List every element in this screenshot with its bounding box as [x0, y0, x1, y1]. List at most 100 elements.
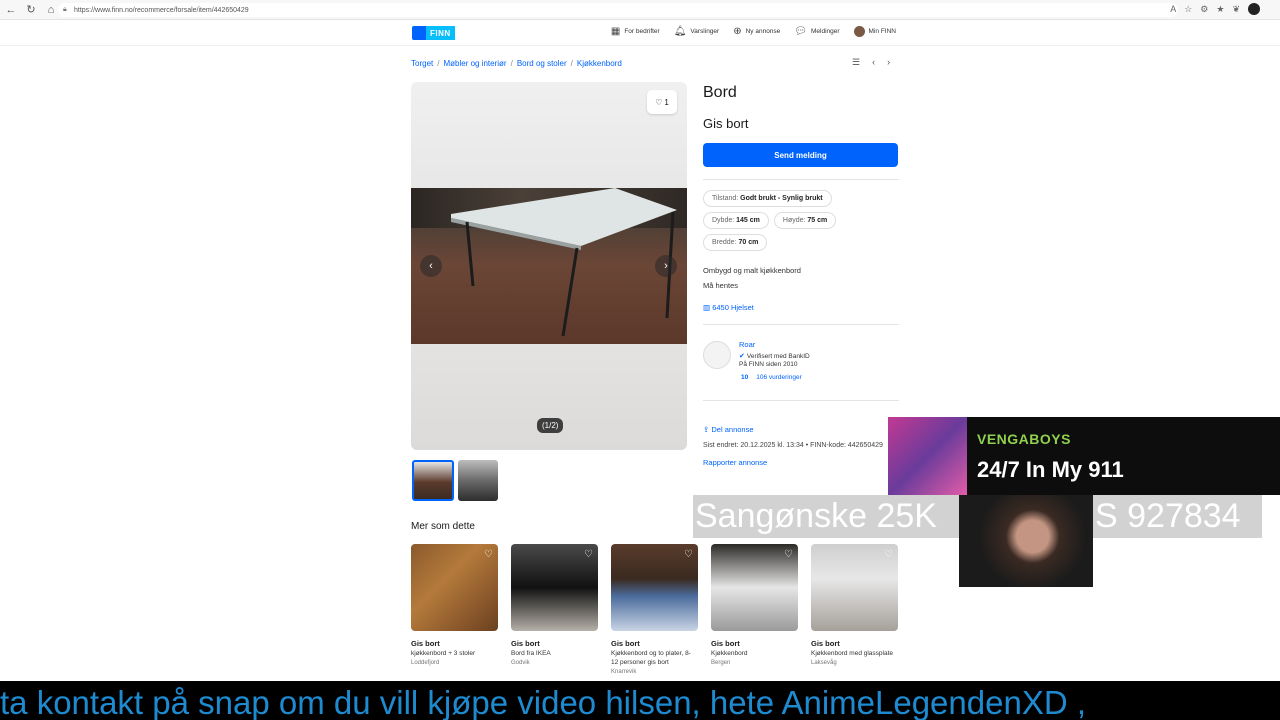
prev-ad-icon[interactable]: ‹	[872, 57, 875, 68]
listing-price: Gis bort	[703, 116, 749, 131]
last-changed: Sist endret: 20.12.2025 kl. 13:34 • FINN…	[703, 442, 883, 449]
crumb-separator: /	[437, 59, 440, 68]
favorite-button[interactable]: ♡ 1	[647, 90, 677, 114]
read-aloud-icon[interactable]: A	[1170, 4, 1176, 14]
image-gallery[interactable]: ♡ 1 ‹ › (1/2)	[411, 82, 687, 450]
card-price: Gis bort	[611, 639, 640, 648]
profile-avatar[interactable]	[1248, 3, 1260, 15]
seller-card: Roar ✔ Verifisert med BankID På FINN side…	[703, 338, 899, 388]
attribute-chip: Tilstand: Godt brukt - Synlig brukt	[703, 190, 832, 207]
nav-meldinger[interactable]: 💬︎ Meldinger	[794, 26, 839, 37]
rating-score: 10	[741, 374, 749, 381]
webcam-overlay	[959, 495, 1093, 587]
list-icon[interactable]: ☰	[852, 57, 860, 68]
card-image: ♡	[411, 544, 498, 631]
now-playing-overlay: VENGABOYS 24/7 In My 911	[888, 417, 1280, 495]
card-image: ♡	[711, 544, 798, 631]
thumbnail-2[interactable]	[458, 460, 498, 501]
gallery-next-button[interactable]: ›	[655, 255, 677, 277]
card-location: Laksevåg	[811, 660, 837, 666]
extensions-icon[interactable]: ⚙	[1200, 4, 1208, 15]
ticker-overlay: ta kontakt på snap om du vill kjøpe vide…	[0, 681, 1280, 720]
crumb-separator: /	[570, 59, 573, 68]
recommendation-card[interactable]: ♡ Gis bort kjøkkenbord + 3 stoler Loddef…	[411, 544, 498, 675]
divider	[703, 324, 899, 325]
card-description: Kjøkkenbord og to plater, 8-12 personer …	[611, 650, 691, 666]
card-price: Gis bort	[511, 639, 540, 648]
chevron-right-icon: ›	[664, 260, 668, 272]
report-link[interactable]: Rapporter annonse	[703, 458, 899, 467]
share-icon: ⇪	[703, 425, 710, 434]
finn-logo[interactable]: FINN	[412, 26, 458, 40]
nav-for-bedrifter[interactable]: ▦ For bedrifter	[611, 26, 660, 37]
nav-varslinger[interactable]: 🔔︎ Varslinger	[674, 26, 719, 37]
plus-circle-icon: ⊕	[733, 26, 742, 37]
recommendation-card[interactable]: ♡ Gis bort Kjøkkenbord Bergen	[711, 544, 798, 675]
address-bar[interactable]: 🔒︎ https://www.finn.no/recommerce/forsal…	[58, 3, 1178, 17]
browser-toolbar: ← ↻ ⌂ 🔒︎ https://www.finn.no/recommerce/…	[0, 0, 1280, 20]
heart-icon[interactable]: ♡	[784, 549, 793, 560]
listing-title: Bord	[703, 84, 737, 101]
star-icon[interactable]: ☆	[1184, 4, 1192, 15]
favorites-icon[interactable]: ★	[1216, 4, 1224, 15]
url-text: https://www.finn.no/recommerce/forsale/i…	[74, 6, 249, 14]
card-location: Bergen	[711, 660, 731, 666]
reload-icon[interactable]: ↻	[22, 1, 40, 19]
crumb-mobler[interactable]: Møbler og interiør	[443, 59, 506, 68]
table-illustration	[451, 188, 677, 337]
heart-icon[interactable]: ♡	[684, 549, 693, 560]
recommendation-card[interactable]: ♡ Gis bort Kjøkkenbord og to plater, 8-1…	[611, 544, 698, 675]
artist-name: VENGABOYS	[977, 431, 1071, 447]
description-line: Ombygd og malt kjøkkenbord	[703, 266, 801, 275]
building-icon: ▦	[610, 26, 621, 37]
chat-icon: 💬︎	[794, 26, 807, 37]
nav-min-finn[interactable]: Min FINN	[853, 26, 896, 37]
heart-icon[interactable]: ♡	[884, 549, 893, 560]
attribute-chips: Tilstand: Godt brukt - Synlig brukt Dybd…	[703, 190, 899, 251]
seller-rating[interactable]: 10 106 vurderinger	[741, 374, 802, 381]
heart-icon[interactable]: ♡	[584, 549, 593, 560]
thumbnail-1[interactable]	[412, 460, 454, 501]
album-art	[888, 417, 967, 495]
crumb-bord-stoler[interactable]: Bord og stoler	[517, 59, 567, 68]
card-image: ♡	[811, 544, 898, 631]
heart-icon: ♡	[655, 97, 663, 107]
location-link[interactable]: ▥ 6450 Hjelset	[703, 303, 899, 312]
member-since: På FINN siden 2010	[739, 361, 798, 368]
divider	[703, 400, 899, 401]
recommendation-card[interactable]: ♡ Gis bort Kjøkkenbord med glassplate La…	[811, 544, 898, 675]
recommendation-card[interactable]: ♡ Gis bort Bord fra IKEA Godvik	[511, 544, 598, 675]
attribute-chip: Bredde: 70 cm	[703, 234, 768, 251]
nav-ny-annonse[interactable]: ⊕ Ny annonse	[733, 26, 780, 37]
avatar	[853, 26, 865, 37]
next-ad-icon[interactable]: ›	[887, 57, 890, 68]
site-header: FINN ▦ For bedrifter 🔔︎ Varslinger ⊕ Ny ann…	[0, 20, 1280, 46]
seller-name[interactable]: Roar	[739, 340, 755, 349]
card-price: Gis bort	[811, 639, 840, 648]
card-location: Godvik	[511, 660, 530, 666]
card-image: ♡	[611, 544, 698, 631]
verified-check-icon: ✔	[739, 353, 745, 360]
description-line: Må hentes	[703, 281, 739, 290]
image-counter: (1/2)	[537, 418, 564, 433]
heart-icon[interactable]: ♡	[484, 549, 493, 560]
crumb-separator: /	[510, 59, 513, 68]
listing-info: Bord Gis bort Send melding Tilstand: God…	[703, 82, 899, 467]
crumb-kjokkenbord[interactable]: Kjøkkenbord	[577, 59, 622, 68]
song-request-tail: S 927834	[1095, 497, 1241, 535]
crumb-torget[interactable]: Torget	[411, 59, 433, 68]
chevron-left-icon: ‹	[429, 260, 433, 272]
gallery-prev-button[interactable]: ‹	[420, 255, 442, 277]
share-link[interactable]: ⇪ Del annonse	[703, 425, 899, 434]
send-message-button[interactable]: Send melding	[703, 143, 898, 167]
card-image: ♡	[511, 544, 598, 631]
review-count: 106 vurderinger	[756, 374, 802, 381]
card-description: Bord fra IKEA	[511, 650, 551, 657]
leaf-icon[interactable]: ❦	[1232, 4, 1240, 15]
card-location: Loddefjord	[411, 660, 440, 666]
favorite-count: 1	[664, 97, 669, 107]
back-icon[interactable]: ←	[2, 1, 20, 19]
map-icon: ▥	[703, 303, 711, 312]
card-description: Kjøkkenbord	[711, 650, 748, 657]
logo-text: FINN	[426, 26, 455, 40]
